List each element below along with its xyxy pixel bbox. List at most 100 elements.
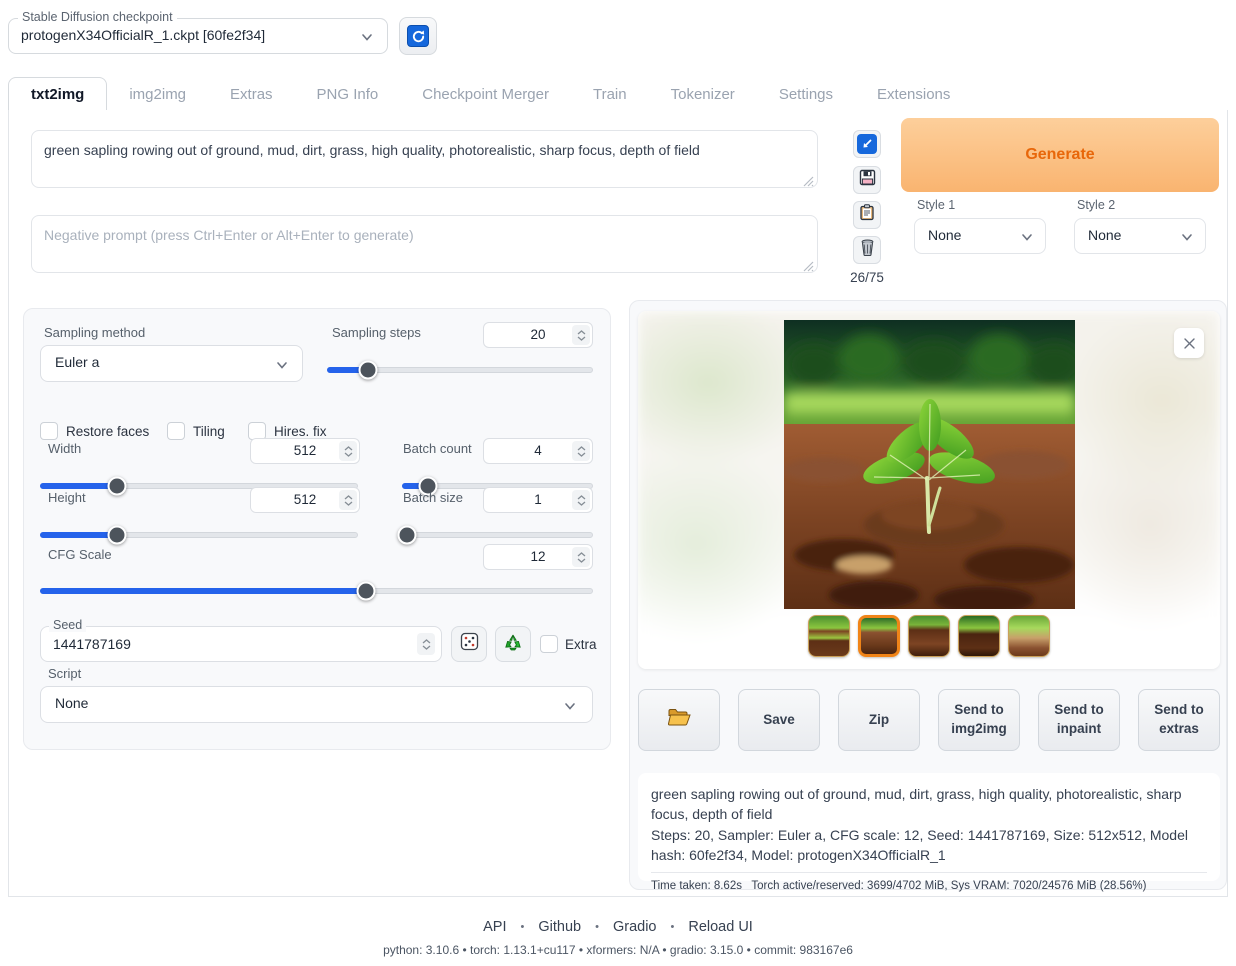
batch-count-label: Batch count bbox=[403, 441, 472, 456]
resize-grip-icon[interactable] bbox=[803, 173, 814, 184]
seed-label: Seed bbox=[49, 618, 86, 632]
chevron-down-icon bbox=[276, 359, 288, 371]
number-spinner[interactable] bbox=[572, 547, 590, 567]
extra-seed-checkbox[interactable] bbox=[540, 635, 558, 653]
number-spinner[interactable] bbox=[339, 441, 357, 461]
save-button[interactable]: Save bbox=[738, 689, 820, 751]
tab-img2img[interactable]: img2img bbox=[107, 78, 208, 111]
style2-dropdown[interactable]: None bbox=[1074, 218, 1206, 254]
number-spinner[interactable] bbox=[572, 490, 590, 510]
gallery bbox=[638, 311, 1220, 669]
main-tabs: txt2img img2img Extras PNG Info Checkpoi… bbox=[8, 75, 1228, 111]
info-prompt-text: green sapling rowing out of ground, mud,… bbox=[651, 784, 1207, 825]
number-spinner[interactable] bbox=[339, 490, 357, 510]
height-input[interactable]: 512 bbox=[250, 487, 360, 513]
style1-value: None bbox=[928, 227, 961, 243]
style1-dropdown[interactable]: None bbox=[914, 218, 1046, 254]
checkpoint-value: protogenX34OfficialR_1.ckpt [60fe2f34] bbox=[21, 27, 265, 43]
send-to-inpaint-button[interactable]: Send to inpaint bbox=[1038, 689, 1120, 751]
footer-link-api[interactable]: API bbox=[483, 919, 506, 935]
thumbnail-1[interactable] bbox=[808, 615, 850, 657]
thumbnail-4[interactable] bbox=[958, 615, 1000, 657]
footer-link-gradio[interactable]: Gradio bbox=[613, 919, 657, 935]
batch-size-input[interactable]: 1 bbox=[483, 487, 593, 513]
sampling-method-value: Euler a bbox=[55, 354, 99, 370]
txt2img-panel: green sapling rowing out of ground, mud,… bbox=[8, 110, 1228, 897]
checkpoint-dropdown[interactable]: Stable Diffusion checkpoint protogenX34O… bbox=[8, 18, 388, 54]
number-spinner[interactable] bbox=[572, 325, 590, 345]
generation-settings-panel: Sampling method Euler a Sampling steps 2… bbox=[23, 308, 611, 750]
gallery-thumbnails bbox=[808, 615, 1050, 657]
tab-settings[interactable]: Settings bbox=[757, 78, 855, 111]
random-seed-button[interactable] bbox=[451, 626, 487, 662]
send-to-extras-button[interactable]: Send to extras bbox=[1138, 689, 1220, 751]
resize-grip-icon[interactable] bbox=[803, 258, 814, 269]
restore-faces-checkbox[interactable] bbox=[40, 422, 58, 440]
vram-text: Torch active/reserved: 3699/4702 MiB, Sy… bbox=[751, 880, 1146, 892]
thumbnail-3[interactable] bbox=[908, 615, 950, 657]
clear-prompt-button[interactable] bbox=[853, 236, 881, 264]
checkpoint-label: Stable Diffusion checkpoint bbox=[18, 10, 177, 24]
cfg-scale-slider[interactable] bbox=[40, 588, 593, 594]
extra-seed-label: Extra bbox=[565, 637, 597, 652]
tab-png-info[interactable]: PNG Info bbox=[295, 78, 401, 111]
tab-extensions[interactable]: Extensions bbox=[855, 78, 972, 111]
tab-extras[interactable]: Extras bbox=[208, 78, 295, 111]
negative-prompt-textarea[interactable]: Negative prompt (press Ctrl+Enter or Alt… bbox=[31, 215, 818, 273]
batch-size-label: Batch size bbox=[403, 490, 463, 505]
chevron-down-icon bbox=[1181, 231, 1193, 243]
prompt-textarea[interactable]: green sapling rowing out of ground, mud,… bbox=[31, 130, 818, 188]
tab-txt2img[interactable]: txt2img bbox=[8, 77, 107, 112]
floppy-disk-icon bbox=[859, 169, 876, 191]
prompt-text: green sapling rowing out of ground, mud,… bbox=[44, 142, 700, 158]
reuse-seed-button[interactable] bbox=[495, 626, 531, 662]
dot-separator: • bbox=[671, 921, 675, 933]
paste-generation-params-button[interactable] bbox=[853, 130, 881, 158]
sampling-method-dropdown[interactable]: Euler a bbox=[40, 345, 303, 382]
script-dropdown[interactable]: None bbox=[40, 686, 593, 723]
negative-prompt-placeholder: Negative prompt (press Ctrl+Enter or Alt… bbox=[44, 227, 414, 243]
seed-input[interactable]: Seed 1441787169 bbox=[40, 626, 442, 662]
close-gallery-button[interactable] bbox=[1174, 328, 1204, 358]
info-time-row: Time taken: 8.62s Torch active/reserved:… bbox=[651, 872, 1207, 895]
batch-count-input[interactable]: 4 bbox=[483, 438, 593, 464]
sampling-steps-slider[interactable] bbox=[327, 367, 593, 373]
tab-train[interactable]: Train bbox=[571, 78, 649, 111]
sampling-steps-label: Sampling steps bbox=[332, 325, 421, 340]
sampling-method-label: Sampling method bbox=[44, 325, 145, 340]
sampling-steps-input[interactable]: 20 bbox=[483, 322, 593, 348]
thumbnail-5[interactable] bbox=[1008, 615, 1050, 657]
script-label: Script bbox=[48, 666, 81, 681]
seed-value: 1441787169 bbox=[53, 636, 131, 652]
trash-icon bbox=[860, 239, 875, 261]
generated-image[interactable] bbox=[784, 320, 1075, 609]
footer-links: API • Github • Gradio • Reload UI bbox=[0, 919, 1236, 935]
save-style-button[interactable] bbox=[853, 166, 881, 194]
clipboard-icon bbox=[859, 204, 875, 226]
arrow-down-left-icon bbox=[857, 134, 877, 154]
chevron-down-icon bbox=[361, 31, 373, 43]
number-spinner[interactable] bbox=[417, 633, 435, 655]
open-folder-button[interactable] bbox=[638, 689, 720, 751]
height-slider[interactable] bbox=[40, 532, 358, 538]
tab-tokenizer[interactable]: Tokenizer bbox=[649, 78, 757, 111]
info-params-text: Steps: 20, Sampler: Euler a, CFG scale: … bbox=[651, 825, 1207, 866]
footer-link-github[interactable]: Github bbox=[538, 919, 581, 935]
batch-size-slider[interactable] bbox=[402, 532, 593, 538]
thumbnail-2-selected[interactable] bbox=[858, 615, 900, 657]
number-spinner[interactable] bbox=[572, 441, 590, 461]
width-label: Width bbox=[48, 441, 81, 456]
zip-button[interactable]: Zip bbox=[838, 689, 920, 751]
refresh-checkpoints-button[interactable] bbox=[399, 17, 437, 55]
footer-link-reload-ui[interactable]: Reload UI bbox=[688, 919, 752, 935]
refresh-icon bbox=[407, 25, 429, 47]
generation-info: green sapling rowing out of ground, mud,… bbox=[638, 773, 1220, 881]
apply-style-button[interactable] bbox=[853, 201, 881, 229]
generate-button[interactable]: Generate bbox=[901, 118, 1219, 192]
width-input[interactable]: 512 bbox=[250, 438, 360, 464]
send-to-img2img-button[interactable]: Send to img2img bbox=[938, 689, 1020, 751]
tab-checkpoint-merger[interactable]: Checkpoint Merger bbox=[400, 78, 571, 111]
cfg-scale-input[interactable]: 12 bbox=[483, 544, 593, 570]
tiling-checkbox[interactable] bbox=[167, 422, 185, 440]
footer-versions: python: 3.10.6 • torch: 1.13.1+cu117 • x… bbox=[0, 943, 1236, 957]
